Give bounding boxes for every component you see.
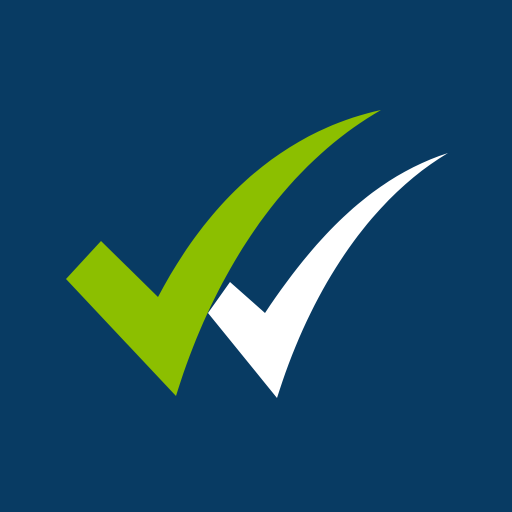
icon-background <box>0 0 512 512</box>
double-checkmark-logo-icon <box>0 0 512 512</box>
app-icon <box>0 0 512 512</box>
